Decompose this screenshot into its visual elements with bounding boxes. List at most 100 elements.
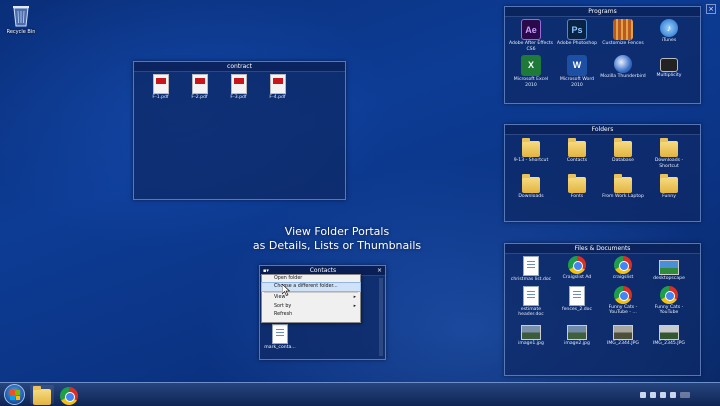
- folder-item[interactable]: From Work Laptop: [600, 173, 646, 200]
- folder-item[interactable]: Contacts: [554, 137, 600, 169]
- folder-item[interactable]: Fonts: [554, 173, 600, 200]
- file-item[interactable]: F-4.pdf: [258, 74, 297, 101]
- program-grid: Ae Adobe After Effects CS6 Ps Adobe Photos…: [505, 19, 700, 88]
- file-grid: F-1.pdf F-2.pdf F-3.pdf F-4.pdf: [134, 74, 345, 101]
- photo-icon: [613, 324, 633, 340]
- menu-item-choose-folder[interactable]: Choose a different folder...: [261, 282, 361, 293]
- document-icon: [569, 285, 585, 306]
- file-item[interactable]: image2.jpg: [554, 321, 600, 347]
- file-item[interactable]: desktopscape: [646, 256, 692, 283]
- file-item[interactable]: fences_2.doc: [554, 285, 600, 318]
- folder-grid: 9-13 - Shortcut Contacts Database Downlo…: [505, 137, 700, 200]
- folder-item[interactable]: Downloads: [508, 173, 554, 200]
- menu-separator: [264, 292, 358, 294]
- document-icon: [523, 285, 539, 306]
- folder-icon: [33, 386, 51, 405]
- volume-icon[interactable]: [660, 391, 666, 398]
- chrome-icon: [614, 285, 632, 304]
- menu-item-view[interactable]: View ▸: [262, 294, 360, 302]
- folder-icon: [522, 138, 540, 157]
- program-item[interactable]: Multiplicity: [646, 55, 692, 88]
- file-item[interactable]: IMG_2345.JPG: [646, 321, 692, 347]
- folder-item[interactable]: Database: [600, 137, 646, 169]
- document-icon: [272, 324, 288, 344]
- portal-programs[interactable]: Programs Ae Adobe After Effects CS6 Ps Ado…: [504, 6, 701, 104]
- folder-item[interactable]: 9-13 - Shortcut: [508, 137, 554, 169]
- image-icon: [659, 260, 679, 275]
- file-item[interactable]: christmas list.doc: [508, 256, 554, 283]
- file-item[interactable]: IMG_2344.JPG: [600, 321, 646, 347]
- power-icon[interactable]: [670, 391, 676, 398]
- file-item[interactable]: F-2.pdf: [180, 74, 219, 101]
- folder-icon: [568, 174, 586, 194]
- network-icon[interactable]: [650, 391, 656, 398]
- file-item[interactable]: image1.jpg: [508, 321, 554, 347]
- folder-icon: [614, 138, 632, 157]
- word-icon: W: [567, 55, 587, 77]
- portal-folders[interactable]: Folders 9-13 - Shortcut Contacts Databas…: [504, 124, 701, 222]
- folder-item[interactable]: Funny: [646, 173, 692, 200]
- feature-caption: View Folder Portals as Details, Lists or…: [222, 225, 452, 253]
- file-item[interactable]: estimate header.doc: [508, 285, 554, 318]
- chrome-icon: [568, 256, 586, 274]
- portal-title[interactable]: Programs: [505, 7, 700, 17]
- folder-icon: [660, 138, 678, 157]
- portal-title[interactable]: Folders: [505, 125, 700, 135]
- menu-item-sort-by[interactable]: Sort by ▸: [262, 303, 360, 311]
- fences-icon: [613, 19, 633, 40]
- recycle-bin-icon: [13, 6, 29, 27]
- program-item[interactable]: Customize Fences: [600, 19, 646, 52]
- flag-icon[interactable]: [640, 391, 646, 398]
- program-item[interactable]: ♪ iTunes: [646, 19, 692, 52]
- file-item[interactable]: Craigslist Ad: [554, 256, 600, 283]
- file-item[interactable]: craigslist: [600, 256, 646, 283]
- pdf-icon: [191, 74, 208, 94]
- mouse-cursor-icon: [282, 284, 290, 296]
- taskbar: [0, 382, 720, 406]
- program-item[interactable]: Ps Adobe Photoshop: [554, 19, 600, 52]
- program-item[interactable]: Mozilla Thunderbird: [600, 55, 646, 88]
- recycle-bin[interactable]: Recycle Bin: [4, 3, 38, 35]
- photo-icon: [659, 324, 679, 340]
- system-tray: [640, 385, 716, 404]
- file-item[interactable]: mark_conta...: [262, 324, 298, 350]
- pdf-icon: [269, 74, 286, 94]
- scrollbar[interactable]: [379, 278, 383, 356]
- files-grid: christmas list.doc Craigslist Ad craigsl…: [505, 256, 700, 346]
- program-item[interactable]: Ae Adobe After Effects CS6: [508, 19, 554, 52]
- program-item[interactable]: X Microsoft Excel 2010: [508, 55, 554, 88]
- recycle-bin-label: Recycle Bin: [6, 29, 36, 35]
- chrome-icon: [60, 387, 78, 405]
- submenu-arrow-icon: ▸: [353, 303, 356, 309]
- multiplicity-icon: [660, 58, 678, 73]
- pdf-icon: [230, 74, 247, 94]
- context-menu: Open folder Choose a different folder...…: [261, 274, 361, 323]
- thunderbird-icon: [614, 55, 632, 74]
- folder-icon: [568, 138, 586, 157]
- photo-icon: [567, 324, 587, 340]
- taskbar-explorer-button[interactable]: [30, 385, 54, 405]
- submenu-arrow-icon: ▸: [353, 295, 356, 301]
- caption-line-2: as Details, Lists or Thumbnails: [252, 239, 422, 252]
- taskbar-chrome-button[interactable]: [57, 385, 81, 405]
- after-effects-icon: Ae: [521, 19, 541, 40]
- file-item[interactable]: F-1.pdf: [141, 74, 180, 101]
- menu-item-refresh[interactable]: Refresh: [262, 311, 360, 319]
- chrome-icon: [660, 285, 678, 304]
- close-icon[interactable]: ×: [377, 266, 382, 276]
- close-icon[interactable]: ×: [706, 4, 716, 14]
- document-icon: [523, 256, 539, 276]
- folder-item[interactable]: Downloads - Shortcut: [646, 137, 692, 169]
- portal-files-documents[interactable]: Files & Documents christmas list.doc Cra…: [504, 243, 701, 376]
- portal-title[interactable]: Files & Documents: [505, 244, 700, 254]
- photoshop-icon: Ps: [567, 19, 587, 40]
- portal-title[interactable]: contract: [134, 62, 345, 72]
- file-item[interactable]: Funny Cats - YouTube: [646, 285, 692, 318]
- file-item[interactable]: Funny Cats - YouTube - ...: [600, 285, 646, 318]
- start-button[interactable]: [4, 384, 25, 405]
- file-item[interactable]: F-3.pdf: [219, 74, 258, 101]
- menu-item-open-folder[interactable]: Open folder: [262, 275, 360, 283]
- program-item[interactable]: W Microsoft Word 2010: [554, 55, 600, 88]
- show-desktop-icon[interactable]: [680, 391, 690, 398]
- portal-contract[interactable]: contract F-1.pdf F-2.pdf F-3.pdf F-4.pdf: [133, 61, 346, 200]
